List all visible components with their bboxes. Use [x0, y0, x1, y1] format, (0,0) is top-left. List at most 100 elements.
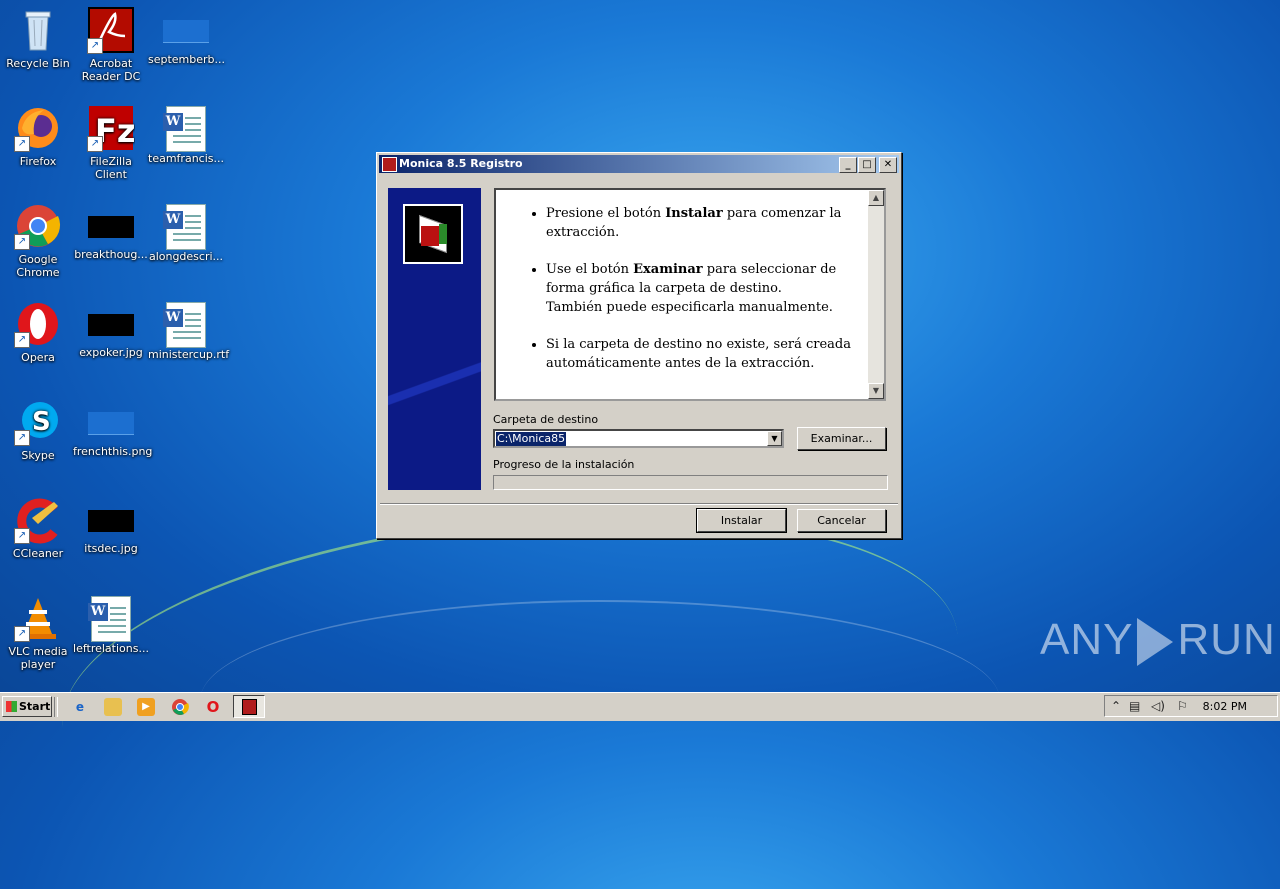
chrome-icon: ↗ — [14, 202, 62, 250]
desktop-icon-ccleaner[interactable]: ↗ CCleaner — [0, 496, 76, 560]
instruction-item: Presione el botón Instalar para comenzar… — [546, 204, 860, 242]
svg-text:S: S — [32, 407, 51, 437]
taskbar-divider — [54, 697, 58, 717]
cancel-button[interactable]: Cancelar — [797, 509, 886, 532]
clock[interactable]: 8:02 PM — [1203, 700, 1247, 713]
vertical-scrollbar[interactable]: ▲ ▼ — [868, 190, 884, 399]
maximize-button[interactable]: □ — [858, 157, 876, 173]
desktop-icon-label: breakthoug... — [74, 248, 148, 261]
desktop-icon-label: ministercup.rtf — [148, 348, 230, 361]
desktop-icon-frenchthis[interactable]: frenchthis.png — [73, 398, 152, 458]
file-explorer-icon[interactable] — [104, 698, 122, 716]
system-tray: ⌃ ▤ ◁) ⚐ 8:02 PM — [1104, 695, 1278, 717]
vlc-cone-icon: ↗ — [14, 594, 62, 642]
desktop-icon-teamfrancis[interactable]: W teamfrancis... — [148, 104, 224, 165]
network-icon[interactable]: ▤ — [1129, 699, 1140, 713]
browse-button[interactable]: Examinar... — [797, 427, 886, 450]
skype-icon: S ↗ — [14, 398, 62, 446]
desktop-icon-acrobat[interactable]: ↗ Acrobat Reader DC — [73, 6, 149, 83]
instruction-item: Si la carpeta de destino no existe, será… — [546, 335, 860, 373]
shortcut-arrow-icon: ↗ — [14, 136, 30, 152]
desktop-icon-firefox[interactable]: ↗ Firefox — [0, 104, 76, 168]
shortcut-arrow-icon: ↗ — [14, 430, 30, 446]
recycle-bin-icon — [14, 6, 62, 54]
firefox-icon: ↗ — [14, 104, 62, 152]
desktop-icon-label: septemberb... — [148, 53, 226, 66]
desktop-icon-label: expoker.jpg — [79, 346, 143, 359]
desktop-icon-label: Skype — [21, 449, 55, 462]
scroll-down-icon[interactable]: ▼ — [868, 383, 884, 399]
close-button[interactable]: ✕ — [879, 157, 897, 173]
shortcut-arrow-icon: ↗ — [14, 528, 30, 544]
shortcut-arrow-icon: ↗ — [14, 332, 30, 348]
separator — [380, 503, 898, 505]
taskbar: Start e ▶ O ⌃ ▤ ◁) ⚐ 8:02 PM — [0, 692, 1280, 721]
chrome-icon[interactable] — [171, 698, 189, 716]
desktop-icon-label: FileZilla Client — [90, 155, 132, 181]
desktop-icon-itsdec[interactable]: itsdec.jpg — [73, 496, 149, 555]
desktop-icon-label: Recycle Bin — [6, 57, 70, 70]
filezilla-icon: Fz ↗ — [87, 104, 135, 152]
shortcut-arrow-icon: ↗ — [14, 234, 30, 250]
desktop-icon-filezilla[interactable]: Fz ↗ FileZilla Client — [73, 104, 149, 181]
desktop-icon-opera[interactable]: ↗ Opera — [0, 300, 76, 364]
start-label: Start — [19, 700, 51, 713]
start-button[interactable]: Start — [2, 696, 52, 717]
instruction-item: Use el botón Examinar para seleccionar d… — [546, 260, 860, 317]
word-document-icon: W — [163, 302, 206, 348]
installer-dialog: Monica 8.5 Registro _ □ ✕ Presione el bo… — [376, 152, 902, 539]
desktop-icon-expoker[interactable]: expoker.jpg — [73, 300, 149, 359]
desktop-icon-label: VLC media player — [8, 645, 68, 671]
image-thumbnail-icon — [88, 412, 134, 435]
desktop-icon-vlc[interactable]: ↗ VLC media player — [0, 594, 76, 671]
desktop-icon-label: Firefox — [19, 155, 57, 168]
desktop-icon-ministercup[interactable]: W ministercup.rtf — [148, 300, 230, 361]
word-document-icon: W — [163, 106, 206, 152]
desktop-icon-leftrelations[interactable]: W leftrelations... — [73, 594, 149, 655]
dialog-titlebar[interactable]: Monica 8.5 Registro _ □ ✕ — [379, 155, 899, 173]
progress-label: Progreso de la instalación — [493, 458, 635, 471]
chevron-down-icon[interactable]: ▼ — [767, 431, 782, 446]
desktop-icon-recycle-bin[interactable]: Recycle Bin — [0, 6, 76, 70]
media-player-icon[interactable]: ▶ — [137, 698, 155, 716]
desktop-icon-label: Acrobat Reader DC — [81, 57, 141, 83]
desktop-icon-google-chrome[interactable]: ↗ Google Chrome — [0, 202, 76, 279]
taskbar-item-installer[interactable] — [233, 695, 265, 718]
volume-icon[interactable]: ◁) — [1151, 699, 1165, 713]
minimize-button[interactable]: _ — [839, 157, 857, 173]
tray-expand-icon[interactable]: ⌃ — [1111, 699, 1121, 713]
side-banner — [388, 188, 481, 490]
desktop-icon-label: leftrelations... — [73, 642, 149, 655]
internet-explorer-icon[interactable]: e — [71, 698, 89, 716]
desktop-icon-label: itsdec.jpg — [84, 542, 138, 555]
shortcut-arrow-icon: ↗ — [14, 626, 30, 642]
desktop-icon-label: CCleaner — [12, 547, 64, 560]
app-icon — [242, 699, 257, 715]
desktop-icon-breakthoug[interactable]: breakthoug... — [73, 202, 149, 261]
scroll-up-icon[interactable]: ▲ — [868, 190, 884, 206]
ccleaner-icon: ↗ — [14, 496, 62, 544]
desktop-icon-label: teamfrancis... — [148, 152, 224, 165]
desktop-icon-septemberb[interactable]: septemberb... — [148, 6, 226, 66]
desktop-icon-label: Google Chrome — [16, 253, 60, 279]
image-thumbnail-icon — [163, 20, 209, 43]
app-icon — [382, 157, 397, 172]
image-thumbnail-icon — [88, 314, 134, 336]
windows-flag-icon — [6, 701, 17, 712]
desktop-icon-alongdescri[interactable]: W alongdescri... — [148, 202, 224, 263]
desktop-icon-label: Opera — [21, 351, 55, 364]
anyrun-watermark: ANY RUN — [1040, 615, 1276, 667]
word-document-icon: W — [163, 204, 206, 250]
play-logo-icon — [1137, 618, 1174, 667]
instructions-textbox[interactable]: Presione el botón Instalar para comenzar… — [494, 188, 886, 401]
shortcut-arrow-icon: ↗ — [87, 136, 103, 152]
image-thumbnail-icon — [88, 510, 134, 532]
desktop-icon-skype[interactable]: S ↗ Skype — [0, 398, 76, 462]
destination-value: C:\Monica85 — [496, 432, 567, 446]
opera-icon[interactable]: O — [204, 698, 222, 716]
destination-combobox[interactable]: C:\Monica85 ▼ — [493, 429, 784, 448]
install-button[interactable]: Instalar — [696, 508, 787, 533]
dialog-title: Monica 8.5 Registro — [399, 157, 523, 170]
action-center-flag-icon[interactable]: ⚐ — [1177, 699, 1188, 713]
desktop-icon-label: alongdescri... — [148, 250, 224, 263]
